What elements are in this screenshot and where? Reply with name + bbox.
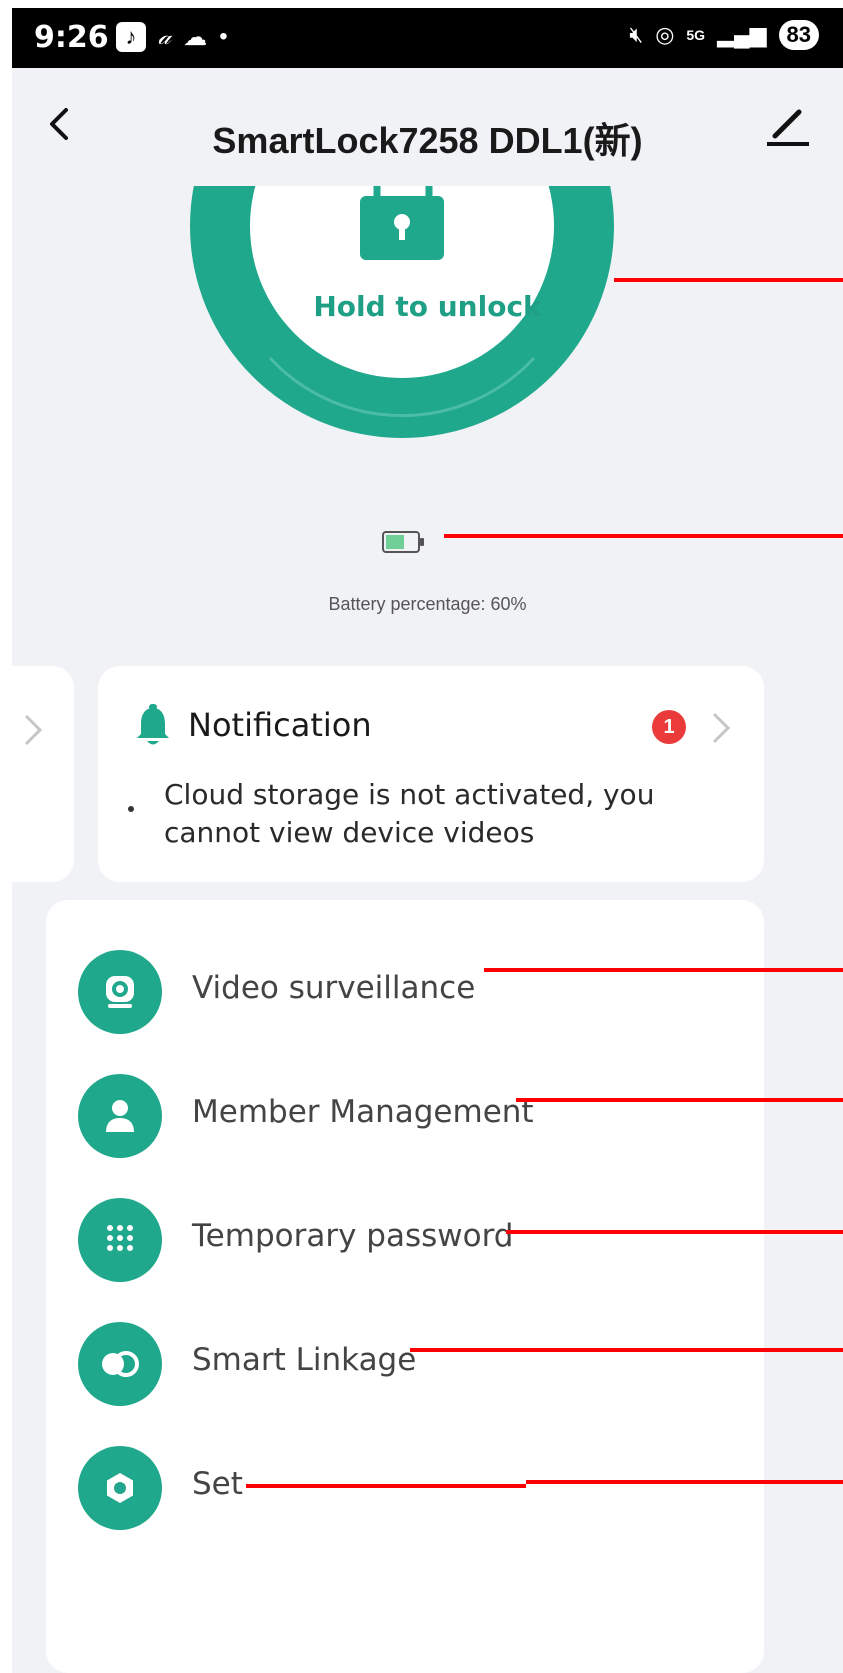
menu-item-set[interactable]: Set (46, 1438, 764, 1538)
menu-item-label: Temporary password (192, 1218, 514, 1254)
hotspot-icon: ◎ (655, 22, 675, 47)
bell-icon (137, 704, 169, 745)
status-right-icons: 🔇︎ ◎ 5G ▂▄▆ 83 (629, 20, 819, 50)
gear-icon (78, 1446, 162, 1530)
chevron-right-icon[interactable] (710, 708, 734, 748)
signal-icon: ▂▄▆ (717, 22, 767, 47)
annotation-line (614, 278, 843, 282)
tiktok-icon: ♪ (116, 22, 146, 52)
app-bar: SmartLock7258 DDL1(新) (12, 68, 843, 186)
toggle-icon (78, 1322, 162, 1406)
status-time: 9:26 (34, 20, 109, 55)
annotation-line (410, 1348, 843, 1352)
battery-icon (382, 531, 424, 553)
unlock-ring[interactable] (12, 186, 843, 476)
app-screen: 9:26 ♪ 𝒶 ☁ • 🔇︎ ◎ 5G ▂▄▆ 83 SmartLock725… (12, 8, 843, 1673)
annotation-line (516, 1098, 843, 1102)
keypad-icon (78, 1198, 162, 1282)
menu-item-video-surveillance[interactable]: Video surveillance (46, 942, 764, 1042)
notification-title: Notification (188, 706, 372, 744)
feature-menu: Video surveillance Member Management Tem… (46, 900, 764, 1673)
annotation-line (506, 1230, 843, 1234)
notification-message: Cloud storage is not activated, you cann… (164, 778, 655, 849)
annotation-line (444, 534, 843, 538)
status-left-icons: ♪ 𝒶 ☁ • (116, 22, 228, 52)
notification-card[interactable]: Notification 1 Cloud storage is not acti… (98, 666, 764, 882)
page-title: SmartLock7258 DDL1(新) (212, 120, 643, 161)
annotation-line (484, 968, 843, 972)
chevron-right-icon (24, 714, 43, 746)
menu-item-smart-linkage[interactable]: Smart Linkage (46, 1314, 764, 1414)
unlock-label: Hold to unlock (313, 290, 542, 323)
unlock-area (12, 186, 843, 476)
menu-item-label: Video surveillance (192, 970, 476, 1006)
pencil-icon[interactable] (765, 102, 811, 148)
menu-item-member-management[interactable]: Member Management (46, 1066, 764, 1166)
menu-item-label: Member Management (192, 1094, 534, 1130)
menu-item-temporary-password[interactable]: Temporary password (46, 1190, 764, 1290)
dot-icon: • (219, 23, 228, 50)
padlock-icon (360, 186, 444, 260)
5g-icon: 5G (686, 27, 706, 43)
annotation-line (526, 1480, 843, 1484)
signature-icon: 𝒶 (158, 23, 172, 50)
menu-item-label: Smart Linkage (192, 1342, 417, 1378)
mute-icon: 🔇︎ (629, 22, 644, 47)
cloud-icon: ☁ (183, 23, 208, 51)
status-bar: 9:26 ♪ 𝒶 ☁ • 🔇︎ ◎ 5G ▂▄▆ 83 (12, 8, 843, 68)
notification-count-badge: 1 (652, 710, 686, 744)
annotation-line (246, 1484, 526, 1488)
camera-icon (78, 950, 162, 1034)
menu-item-label: Set (192, 1466, 243, 1502)
person-icon (78, 1074, 162, 1158)
left-peek-card[interactable] (12, 666, 74, 882)
bullet-dot (128, 806, 134, 812)
battery-percentage-text: Battery percentage: 60% (328, 594, 527, 614)
status-battery: 83 (778, 20, 819, 50)
